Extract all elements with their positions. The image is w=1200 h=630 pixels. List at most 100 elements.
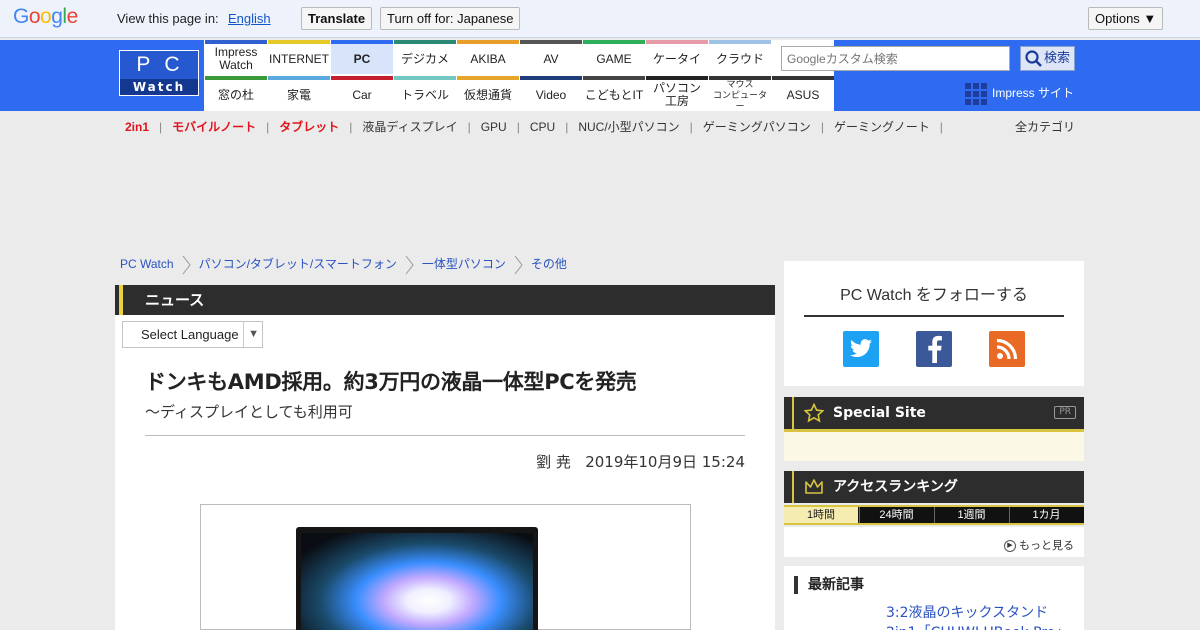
byline: 劉 尭 2019年10月9日 15:24 — [536, 451, 745, 472]
accent-bar — [792, 397, 794, 429]
site-nav: Impress Watch INTERNET PC デジカメ AKIBA AV GAME ケー… — [204, 40, 834, 111]
separator: | — [467, 120, 471, 134]
accent-bar — [792, 471, 794, 503]
translate-bar: Google View this page in: English Transl… — [0, 0, 1200, 38]
separator: | — [689, 120, 693, 134]
nav-item-game[interactable]: GAME — [583, 40, 645, 74]
monitor-screen — [301, 533, 533, 630]
nav-item-akiba[interactable]: AKIBA — [457, 40, 519, 74]
separator: | — [939, 120, 943, 134]
impress-site-label: Impress サイト — [992, 86, 1075, 100]
separator: | — [349, 120, 353, 134]
all-categories-link[interactable]: 全カテゴリ — [1015, 118, 1075, 135]
twitter-icon — [850, 339, 872, 358]
subnav-item[interactable]: 液晶ディスプレイ — [362, 120, 457, 134]
chevron-right-icon — [514, 255, 523, 275]
subnav-item[interactable]: CPU — [530, 120, 555, 134]
subnav-item[interactable]: ゲーミングノート — [834, 120, 930, 134]
star-icon — [804, 403, 824, 423]
ranking-body: ▶ もっと見る — [784, 527, 1084, 557]
facebook-button[interactable] — [916, 331, 952, 367]
separator: | — [820, 120, 824, 134]
search-icon — [1025, 49, 1042, 67]
ranking-header: アクセスランキング — [784, 471, 1084, 503]
more-link[interactable]: ▶ もっと見る — [1004, 537, 1074, 553]
nav-item-クラウド[interactable]: クラウド — [709, 40, 771, 74]
nav-item-トラベル[interactable]: トラベル — [394, 76, 456, 110]
article-subtitle: ～ディスプレイとしても利用可 — [145, 403, 353, 421]
translate-button[interactable]: Translate — [301, 7, 373, 30]
chevron-right-icon — [405, 255, 414, 275]
subnav-item[interactable]: NUC/小型パソコン — [578, 120, 679, 134]
turn-off-button[interactable]: Turn off for: Japanese — [380, 7, 521, 30]
nav-item-窓の杜[interactable]: 窓の杜 — [205, 76, 267, 110]
select-language-label: Select Language — [141, 327, 239, 342]
ranking-tabs: 1時間 24時間 1週間 1カ月 — [784, 505, 1084, 525]
nav-item-video[interactable]: Video — [520, 76, 582, 110]
follow-card: PC Watch をフォローする — [784, 261, 1084, 386]
divider — [145, 435, 745, 436]
category-subnav: 2in1 | モバイルノート | タブレット | 液晶ディスプレイ | GPU | CPU | NUC/… — [125, 118, 953, 135]
nav-item-pc[interactable]: PC — [331, 40, 393, 74]
language-link[interactable]: English — [228, 11, 271, 26]
select-language-dropdown[interactable]: Select Language ▼ — [122, 321, 263, 348]
nav-item-家電[interactable]: 家電 — [268, 76, 330, 110]
ranking-tab[interactable]: 1週間 — [934, 507, 1008, 523]
nav-item-asus[interactable]: ASUS — [772, 76, 834, 110]
breadcrumb-item[interactable]: その他 — [531, 257, 567, 271]
separator: | — [159, 120, 163, 134]
grid-icon — [965, 82, 987, 105]
special-site-header: Special Site PR — [784, 397, 1084, 429]
rss-icon — [996, 338, 1018, 360]
latest-article-link[interactable]: 2in1「CHUWI UBook Pro」 — [886, 622, 1069, 630]
pr-badge: PR — [1054, 406, 1076, 419]
pc-watch-logo[interactable]: PC Watch — [119, 50, 199, 96]
nav-item-パソコン-工房[interactable]: パソコン 工房 — [646, 76, 708, 110]
subnav-item[interactable]: タブレット — [279, 120, 339, 134]
latest-article-link[interactable]: 3:2液晶のキックスタンド — [886, 602, 1048, 622]
search-button-label: 検索 — [1044, 51, 1071, 66]
nav-item-av[interactable]: AV — [520, 40, 582, 74]
subnav-item[interactable]: モバイルノート — [172, 120, 256, 134]
ranking-tab[interactable]: 1時間 — [784, 507, 858, 523]
nav-item-internet[interactable]: INTERNET — [268, 40, 330, 74]
google-logo: Google — [13, 5, 78, 28]
special-site-title: Special Site — [833, 405, 926, 421]
twitter-button[interactable] — [843, 331, 879, 367]
ranking-tab[interactable]: 1カ月 — [1009, 507, 1083, 523]
nav-item-デジカメ[interactable]: デジカメ — [394, 40, 456, 74]
separator: | — [266, 120, 270, 134]
subnav-item[interactable]: ゲーミングパソコン — [703, 120, 811, 134]
nav-item-こどもとit[interactable]: こどもとIT — [583, 76, 645, 110]
dropdown-arrow-icon: ▼ — [243, 322, 259, 347]
rss-button[interactable] — [989, 331, 1025, 367]
impress-site-link[interactable]: Impress サイト — [965, 82, 1075, 105]
search-button[interactable]: 検索 — [1020, 46, 1075, 71]
subnav-item[interactable]: GPU — [481, 120, 507, 134]
section-header: ニュース — [115, 285, 775, 315]
nav-item-マウス-コンピューター[interactable]: マウス コンピューター — [709, 76, 771, 111]
nav-item-仮想通貨[interactable]: 仮想通貨 — [457, 76, 519, 110]
special-site-body — [784, 429, 1084, 461]
breadcrumb-item[interactable]: パソコン/タブレット/スマートフォン — [199, 257, 397, 271]
more-label: もっと見る — [1019, 540, 1074, 552]
breadcrumb-item[interactable]: 一体型パソコン — [422, 257, 506, 271]
nav-item-car[interactable]: Car — [331, 76, 393, 110]
view-page-label: View this page in: — [117, 11, 219, 26]
nav-item-ケータイ[interactable]: ケータイ — [646, 40, 708, 74]
search-input[interactable] — [781, 46, 1010, 71]
breadcrumb-item[interactable]: PC Watch — [120, 257, 174, 271]
nav-item-impress-watch[interactable]: Impress Watch — [205, 40, 267, 74]
options-button[interactable]: Options ▼ — [1088, 7, 1164, 30]
breadcrumb: PC Watch パソコン/タブレット/スマートフォン 一体型パソコン その他 — [120, 255, 567, 275]
publish-date: 2019年10月9日 15:24 — [585, 453, 745, 471]
latest-title: 最新記事 — [794, 576, 864, 594]
chevron-right-icon — [182, 255, 191, 275]
subnav-item[interactable]: 2in1 — [125, 120, 149, 134]
article-title: ドンキもAMD採用。約3万円の液晶一体型PCを発売 — [145, 370, 637, 394]
ranking-tab[interactable]: 24時間 — [859, 507, 933, 523]
play-icon: ▶ — [1004, 540, 1016, 553]
latest-articles-card: 最新記事 3:2液晶のキックスタンド 2in1「CHUWI UBook Pro」 — [784, 566, 1084, 630]
follow-title: PC Watch をフォローする — [804, 281, 1064, 317]
crown-icon — [805, 479, 823, 494]
